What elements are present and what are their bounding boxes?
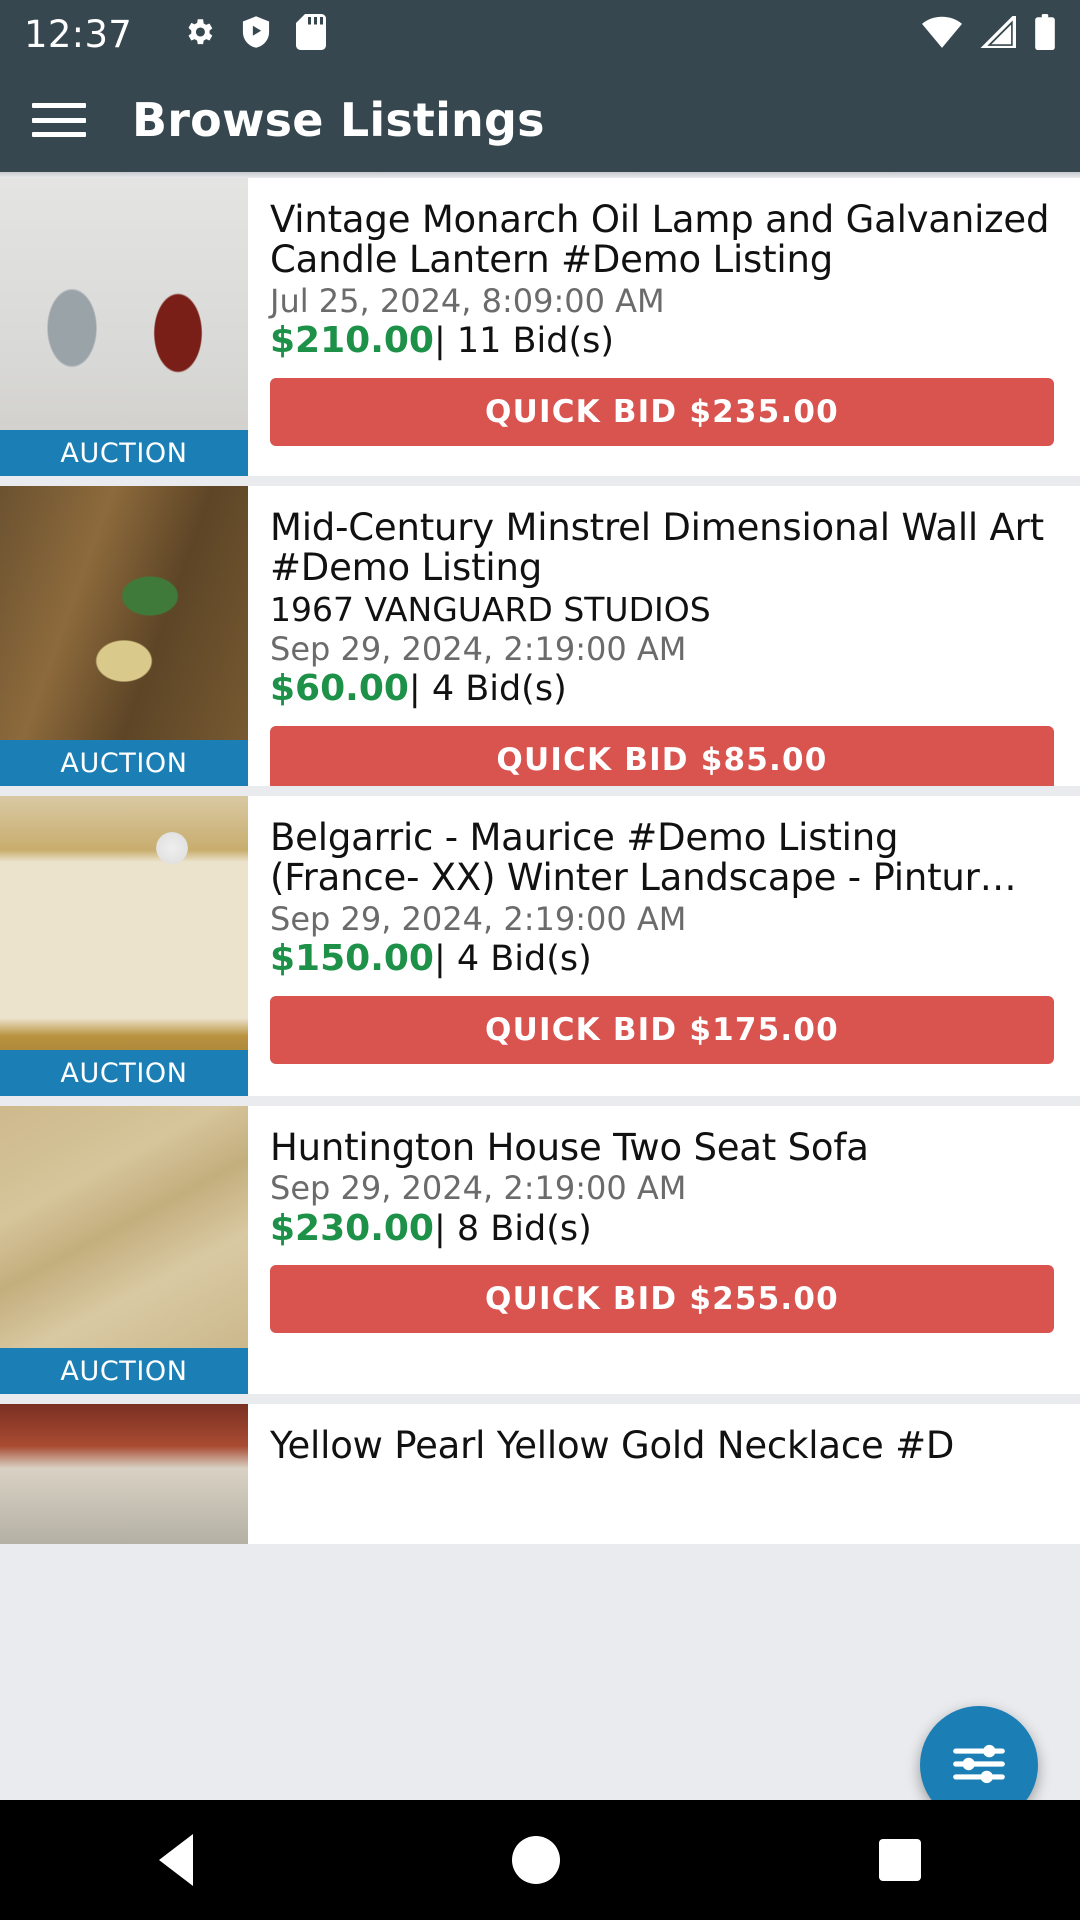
listing-date: Sep 29, 2024, 2:19:00 AM [270, 1169, 687, 1208]
listing-price: $150.00 [270, 938, 434, 980]
listings-list[interactable]: AUCTION Vintage Monarch Oil Lamp and Galv… [0, 178, 1080, 1738]
listing-thumbnail-wrap[interactable]: AUCTION [0, 178, 248, 476]
status-bar: 12:37 [0, 0, 1080, 68]
listing-price: $60.00 [270, 668, 409, 710]
listing-price-line: $60.00| 4 Bid(s) [270, 669, 1054, 709]
status-bar-right [922, 12, 1056, 54]
page-title: Browse Listings [132, 93, 545, 147]
listing-card[interactable]: AUCTION Belgarric - Maurice #Demo Listing… [0, 796, 1080, 1096]
listing-card[interactable]: Yellow Pearl Yellow Gold Necklace #D [0, 1404, 1080, 1544]
listing-subtitle: 1967 VANGUARD STUDIOS [270, 589, 711, 629]
listing-info: Vintage Monarch Oil Lamp and Galvanized … [248, 178, 1080, 476]
battery-icon [1034, 14, 1056, 54]
auction-badge: AUCTION [0, 430, 248, 476]
sd-card-icon [296, 14, 327, 54]
gear-icon [182, 15, 216, 53]
cellular-signal-icon [979, 12, 1016, 52]
system-navigation-bar [0, 1800, 1080, 1920]
listing-thumbnail-wrap[interactable]: AUCTION [0, 1106, 248, 1394]
listing-date: Sep 29, 2024, 2:19:00 AM [270, 899, 687, 938]
back-nav-icon[interactable] [159, 1834, 194, 1886]
listing-thumbnail-wrap[interactable] [0, 1404, 248, 1544]
status-bar-left: 12:37 [24, 12, 327, 56]
auction-badge: AUCTION [0, 740, 248, 786]
listing-bid-count: | 11 Bid(s) [433, 321, 615, 362]
quick-bid-button[interactable]: QUICK BID $85.00 [270, 725, 1054, 786]
listing-price-line: $150.00| 4 Bid(s) [270, 939, 1054, 979]
listing-date: Jul 25, 2024, 8:09:00 AM [270, 281, 665, 320]
listing-info: Yellow Pearl Yellow Gold Necklace #D [248, 1404, 1080, 1544]
listing-card[interactable]: AUCTION Mid-Century Minstrel Dimensional … [0, 486, 1080, 786]
auction-badge: AUCTION [0, 1050, 248, 1096]
listing-info: Huntington House Two Seat Sofa Sep 29, 20… [248, 1106, 1080, 1394]
listing-price-line: $230.00| 8 Bid(s) [270, 1208, 1054, 1250]
hamburger-menu-icon[interactable] [30, 98, 88, 142]
auction-badge: AUCTION [0, 1348, 248, 1394]
home-nav-icon[interactable] [511, 1836, 560, 1884]
quick-bid-button[interactable]: QUICK BID $255.00 [270, 1265, 1054, 1334]
listing-price: $230.00 [270, 1208, 434, 1250]
listing-card[interactable]: AUCTION Vintage Monarch Oil Lamp and Galv… [0, 178, 1080, 476]
wifi-icon [922, 16, 962, 52]
filter-sliders-icon [948, 1733, 1010, 1798]
quick-bid-button[interactable]: QUICK BID $235.00 [270, 377, 1054, 446]
listing-title: Belgarric - Maurice #Demo Listing (Franc… [270, 816, 1017, 900]
listing-bid-count: | 4 Bid(s) [433, 939, 592, 980]
phone-screen: 12:37 Browse Listings AUCTION Vintage Mo… [0, 0, 1080, 1920]
listing-price: $210.00 [270, 320, 434, 362]
listing-price-line: $210.00| 11 Bid(s) [270, 321, 1054, 361]
listing-info: Mid-Century Minstrel Dimensional Wall Ar… [248, 486, 1080, 786]
listing-bid-count: | 8 Bid(s) [433, 1209, 592, 1250]
listing-date: Sep 29, 2024, 2:19:00 AM [270, 629, 687, 668]
listing-card[interactable]: AUCTION Huntington House Two Seat Sofa Sep… [0, 1106, 1080, 1394]
listing-title: Mid-Century Minstrel Dimensional Wall Ar… [270, 506, 1044, 590]
listing-thumbnail-image [0, 1404, 248, 1544]
quick-bid-button[interactable]: QUICK BID $175.00 [270, 995, 1054, 1064]
status-bar-clock: 12:37 [24, 12, 133, 56]
listing-title: Vintage Monarch Oil Lamp and Galvanized … [270, 198, 1050, 282]
shield-play-icon [240, 15, 272, 53]
listing-info: Belgarric - Maurice #Demo Listing (Franc… [248, 796, 1080, 1096]
listing-title: Yellow Pearl Yellow Gold Necklace #D [270, 1424, 955, 1467]
listing-bid-count: | 4 Bid(s) [408, 669, 567, 710]
listing-title: Huntington House Two Seat Sofa [270, 1126, 869, 1169]
recent-apps-nav-icon[interactable] [878, 1839, 921, 1881]
listing-thumbnail-wrap[interactable]: AUCTION [0, 796, 248, 1096]
app-bar: Browse Listings [0, 68, 1080, 172]
listing-thumbnail-wrap[interactable]: AUCTION [0, 486, 248, 786]
